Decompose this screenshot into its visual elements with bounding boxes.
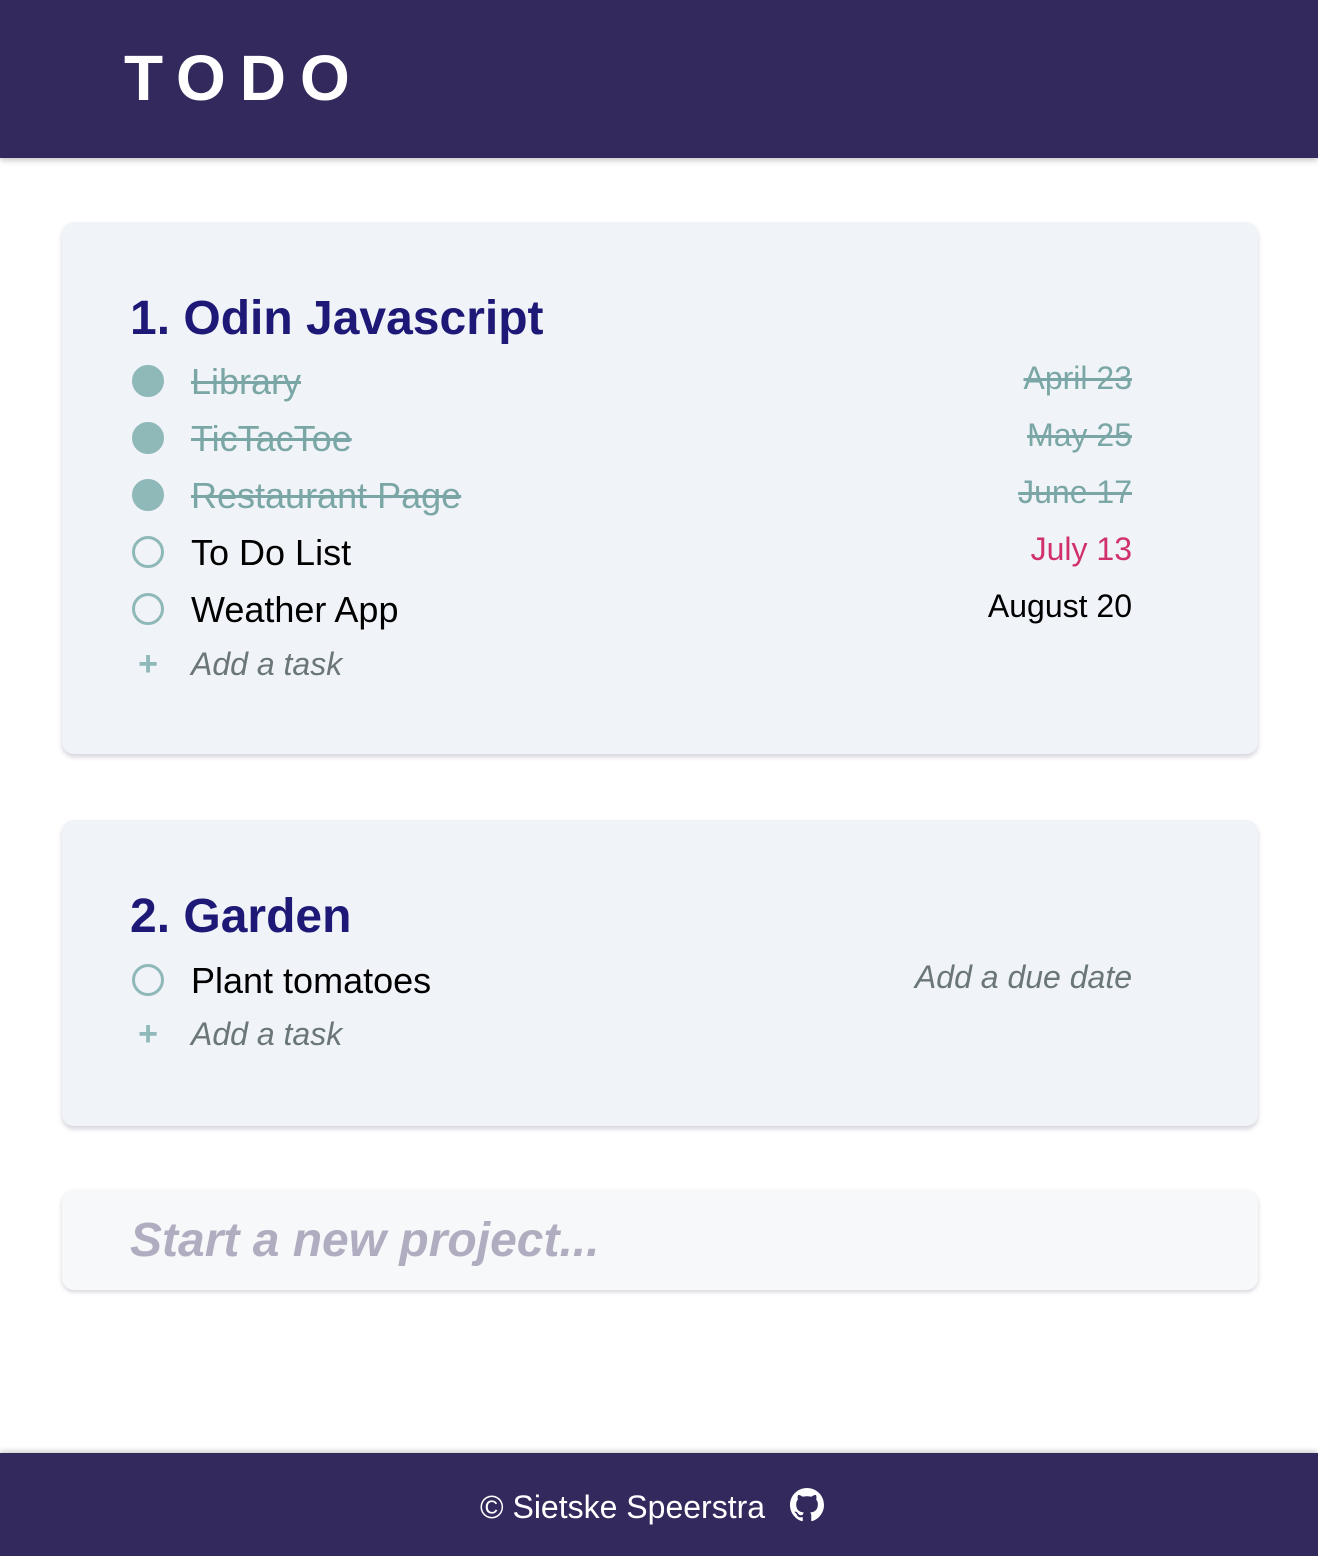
task-item: TicTacToe May 25 xyxy=(130,413,1132,463)
task-name[interactable]: To Do List xyxy=(191,532,351,574)
copyright-text: © Sietske Speerstra xyxy=(480,1489,766,1525)
project-card: 2. Garden Plant tomatoes Add a due date … xyxy=(62,820,1258,1126)
new-project-input[interactable] xyxy=(130,1208,1190,1272)
task-item: Library April 23 xyxy=(130,356,1132,406)
task-checkbox-checked[interactable] xyxy=(132,365,164,397)
task-checkbox-checked[interactable] xyxy=(132,479,164,511)
task-checkbox-checked[interactable] xyxy=(132,422,164,454)
project-title[interactable]: 1. Odin Javascript xyxy=(130,291,544,347)
task-checkbox[interactable] xyxy=(132,593,164,625)
task-item: To Do List July 13 xyxy=(130,527,1132,577)
app-title: TODO xyxy=(124,42,364,114)
task-due-date[interactable]: May 25 xyxy=(1027,415,1132,455)
task-due-date[interactable]: August 20 xyxy=(988,586,1132,626)
task-name[interactable]: Library xyxy=(191,361,301,403)
app-footer: © Sietske Speerstra xyxy=(0,1453,1318,1556)
task-name[interactable]: Plant tomatoes xyxy=(191,960,431,1002)
plus-icon: + xyxy=(138,645,158,683)
plus-icon: + xyxy=(138,1015,158,1053)
add-task-label: Add a task xyxy=(191,1016,343,1052)
new-project-card xyxy=(62,1190,1258,1290)
task-due-date[interactable]: July 13 xyxy=(1031,529,1132,569)
add-task-button[interactable]: + Add a task xyxy=(130,642,730,688)
task-name[interactable]: TicTacToe xyxy=(191,418,352,460)
task-item: Weather App August 20 xyxy=(130,584,1132,634)
task-name[interactable]: Weather App xyxy=(191,589,398,631)
task-item: Restaurant Page June 17 xyxy=(130,470,1132,520)
project-title[interactable]: 2. Garden xyxy=(130,889,351,945)
add-task-label: Add a task xyxy=(191,646,343,682)
project-card: 1. Odin Javascript Library April 23 TicT… xyxy=(62,222,1258,754)
add-due-date-button[interactable]: Add a due date xyxy=(915,957,1132,997)
task-item: Plant tomatoes Add a due date xyxy=(130,955,1132,1005)
task-checkbox[interactable] xyxy=(132,964,164,996)
task-due-date[interactable]: April 23 xyxy=(1024,358,1133,398)
task-checkbox[interactable] xyxy=(132,536,164,568)
github-icon[interactable] xyxy=(790,1488,824,1522)
task-name[interactable]: Restaurant Page xyxy=(191,475,461,517)
app-header: TODO xyxy=(0,0,1318,158)
task-due-date[interactable]: June 17 xyxy=(1018,472,1132,512)
add-task-button[interactable]: + Add a task xyxy=(130,1012,730,1058)
